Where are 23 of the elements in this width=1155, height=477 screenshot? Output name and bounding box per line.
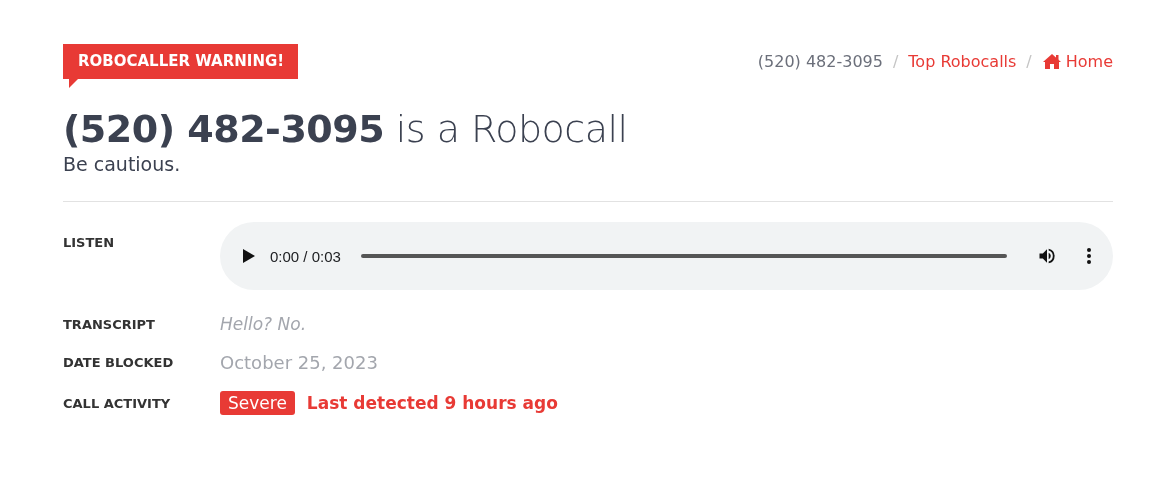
breadcrumb-link[interactable]: Top Robocalls [908, 52, 1017, 71]
playback-time: 0:00 / 0:03 [270, 247, 341, 265]
detail-label: TRANSCRIPT [63, 316, 156, 332]
detail-label: CALL ACTIVITY [63, 395, 172, 411]
more-options-icon[interactable] [1087, 247, 1091, 265]
page-heading: (520) 482-3095 is a Robocall [63, 107, 629, 151]
banner-tail [69, 79, 78, 88]
detail-label: DATE BLOCKED [63, 355, 175, 370]
warning-banner: ROBOCALLER WARNING! [63, 44, 299, 79]
volume-icon[interactable] [1037, 246, 1057, 266]
play-button[interactable] [242, 248, 256, 264]
breadcrumb-current[interactable]: (520) 482-3095 [757, 52, 883, 71]
date-blocked: October 25, 2023 [220, 352, 379, 373]
home-icon [1041, 53, 1062, 70]
last-detected-text: Last detected 9 hours ago [306, 393, 558, 413]
transcript-text: Hello? No. [220, 314, 308, 334]
breadcrumb-separator: / [1026, 52, 1032, 71]
subtitle: Be cautious. [63, 153, 182, 175]
breadcrumb-separator: / [892, 52, 899, 71]
progress-track[interactable] [360, 254, 1007, 258]
severity-tag: Severe [220, 391, 295, 415]
home-link[interactable]: Home [1041, 52, 1113, 71]
detail-label: LISTEN [63, 235, 116, 250]
